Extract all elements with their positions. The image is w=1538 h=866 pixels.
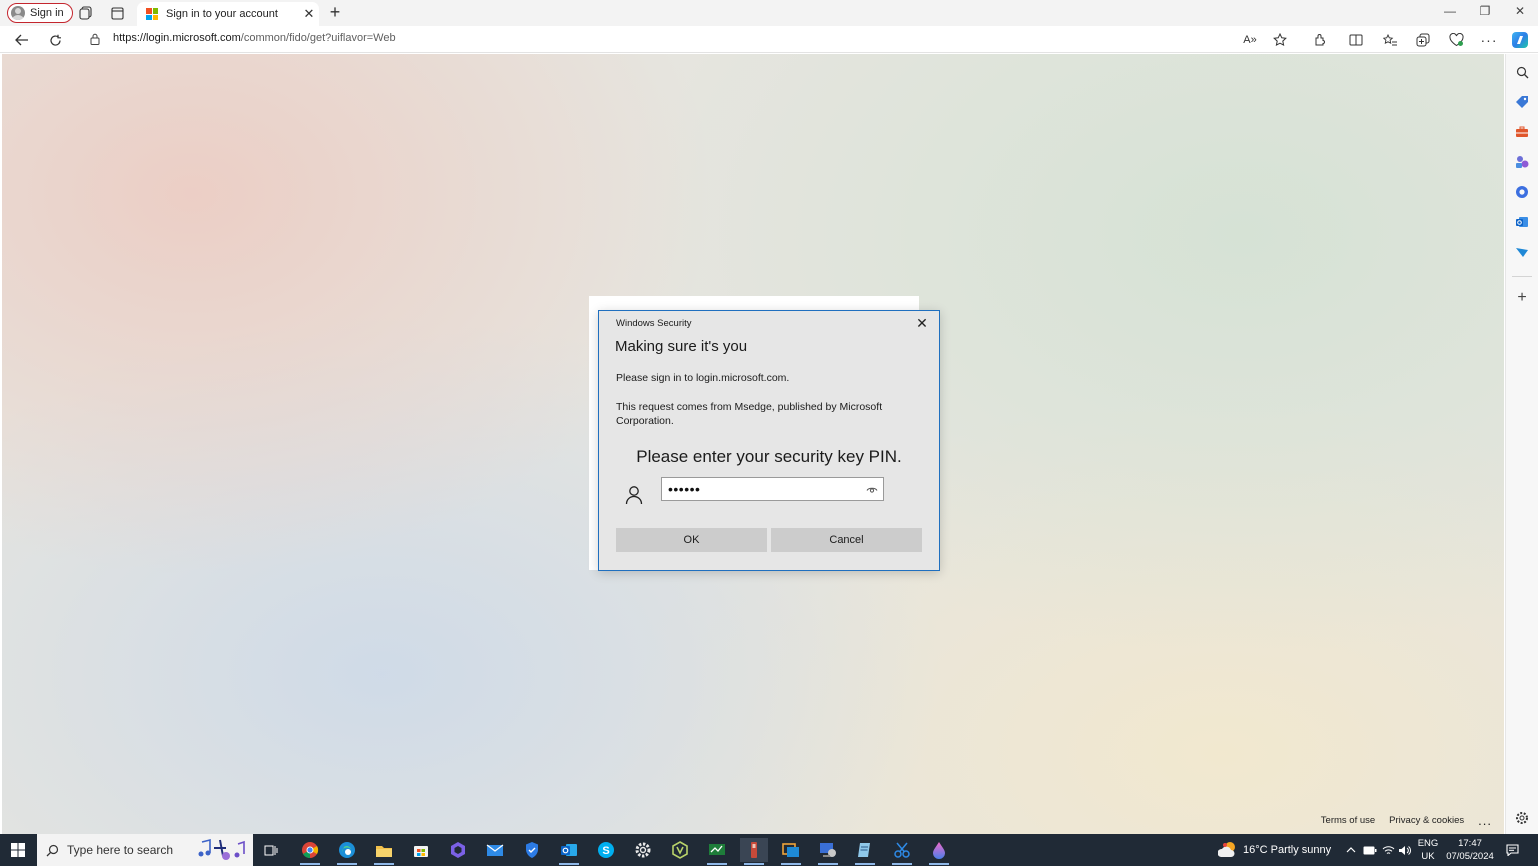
lang-code: ENG: [1417, 838, 1439, 849]
windows-security-dialog: Windows Security ✕ Making sure it's you …: [598, 310, 940, 571]
show-hidden-icons-chevron-icon[interactable]: [1346, 834, 1356, 866]
browser-titlebar: Sign in Sign in to your account ✕ + — ❐ …: [0, 0, 1538, 26]
reveal-pin-eye-icon[interactable]: [863, 482, 881, 496]
privacy-link[interactable]: Privacy & cookies: [1389, 815, 1464, 826]
battery-icon[interactable]: [1363, 834, 1377, 866]
tab-close-icon[interactable]: ✕: [299, 6, 319, 22]
extensions-icon[interactable]: [1310, 30, 1330, 50]
clock-time: 17:47: [1458, 838, 1482, 849]
system-clock[interactable]: 17:47 07/05/2024: [1440, 837, 1500, 863]
veeam-app-icon[interactable]: [666, 838, 694, 862]
remote-desktop-app-icon[interactable]: [777, 838, 805, 865]
favorite-star-icon[interactable]: [1270, 30, 1290, 50]
ok-button[interactable]: OK: [616, 528, 767, 552]
mail-app-icon[interactable]: [481, 838, 509, 862]
sidebar-search-icon[interactable]: [1514, 64, 1530, 80]
dialog-title: Making sure it's you: [615, 338, 748, 355]
terms-link[interactable]: Terms of use: [1321, 815, 1375, 826]
notifications-icon[interactable]: [1506, 834, 1519, 866]
lock-icon[interactable]: [90, 33, 100, 45]
pin-masked-value: ••••••: [668, 481, 701, 497]
avatar-icon: [11, 6, 25, 20]
lang-region: UK: [1421, 851, 1435, 862]
tab-actions-icon[interactable]: [109, 5, 125, 21]
outlook-icon[interactable]: [1514, 214, 1530, 230]
new-tab-button[interactable]: +: [326, 3, 344, 23]
page-footer: Terms of use Privacy & cookies ...: [1321, 813, 1492, 828]
browser-essentials-icon[interactable]: [1446, 30, 1466, 50]
start-windows-icon[interactable]: [10, 842, 26, 858]
address-toolbar: https://login.microsoft.com/common/fido/…: [0, 26, 1538, 53]
task-view-icon[interactable]: [257, 838, 285, 862]
tools-briefcase-icon[interactable]: [1514, 124, 1530, 140]
edge-sidebar: +: [1505, 54, 1538, 834]
sidebar-settings-gear-icon[interactable]: [1514, 810, 1530, 826]
user-person-icon: [625, 486, 643, 505]
security-key-app-icon[interactable]: [740, 838, 768, 865]
defender-app-icon[interactable]: [518, 838, 546, 862]
sidebar-divider: [1512, 276, 1532, 277]
microsoft-store-icon[interactable]: [407, 838, 435, 862]
chrome-app-icon[interactable]: [296, 838, 324, 865]
edge-app-icon[interactable]: [333, 838, 361, 865]
dialog-request-origin-text: This request comes from Msedge, publishe…: [616, 401, 883, 427]
notepad-app-icon[interactable]: [851, 838, 879, 865]
footer-more-button[interactable]: ...: [1478, 813, 1492, 828]
search-placeholder: Type here to search: [67, 843, 174, 857]
drop-icon[interactable]: [1514, 244, 1530, 260]
collections-icon[interactable]: [1413, 30, 1433, 50]
minimize-button[interactable]: —: [1440, 4, 1460, 22]
microsoft-365-icon[interactable]: [1514, 184, 1530, 200]
read-aloud-icon[interactable]: A»: [1240, 30, 1260, 50]
tab-title: Sign in to your account: [166, 8, 278, 20]
copilot-icon[interactable]: [1510, 30, 1530, 50]
monitor-app-icon[interactable]: [703, 838, 731, 865]
skype-app-icon[interactable]: S: [592, 838, 620, 862]
copilot-taskbar-icon[interactable]: [444, 838, 472, 862]
cancel-button[interactable]: Cancel: [771, 528, 922, 552]
tab-sign-in[interactable]: Sign in to your account ✕: [137, 2, 319, 26]
file-explorer-icon[interactable]: [370, 838, 398, 865]
favorites-icon[interactable]: [1380, 30, 1400, 50]
partly-sunny-weather-icon: [1218, 842, 1235, 857]
refresh-icon[interactable]: [45, 30, 65, 50]
dialog-sign-in-text: Please sign in to login.microsoft.com.: [616, 372, 790, 384]
input-language-indicator[interactable]: ENG UK: [1413, 837, 1443, 863]
address-bar[interactable]: https://login.microsoft.com/common/fido/…: [113, 32, 396, 44]
profile-label: Sign in: [30, 7, 64, 19]
search-highlight-music-icon: [198, 838, 245, 860]
url-path: /common/fido/get?uiflavor=Web: [240, 32, 396, 44]
weather-text: 16°C Partly sunny: [1243, 844, 1332, 856]
svg-text:S: S: [602, 845, 609, 857]
more-options-icon[interactable]: ···: [1479, 30, 1499, 50]
workspaces-icon[interactable]: [78, 5, 94, 21]
sidebar-add-icon[interactable]: +: [1514, 289, 1530, 306]
outlook-app-icon[interactable]: [555, 838, 583, 865]
search-icon: [46, 844, 59, 856]
restore-button[interactable]: ❐: [1475, 4, 1495, 22]
windows-taskbar: Type here to search S 16°C Partly sunny …: [0, 834, 1538, 866]
window-close-button[interactable]: ✕: [1510, 4, 1530, 22]
clock-date: 07/05/2024: [1446, 851, 1494, 862]
volume-speaker-icon[interactable]: [1398, 834, 1411, 866]
profile-button[interactable]: Sign in: [7, 3, 73, 23]
security-key-pin-input[interactable]: ••••••: [661, 477, 884, 501]
dialog-close-icon[interactable]: ✕: [913, 314, 931, 332]
split-screen-icon[interactable]: [1346, 30, 1366, 50]
weather-widget[interactable]: 16°C Partly sunny: [1218, 834, 1331, 866]
back-arrow-icon[interactable]: [12, 30, 32, 50]
dialog-pin-prompt: Please enter your security key PIN.: [636, 447, 902, 466]
snipping-tool-app-icon[interactable]: [888, 838, 916, 865]
network-wifi-icon[interactable]: [1382, 834, 1395, 866]
dialog-caption: Windows Security: [616, 318, 692, 329]
admin-tools-app-icon[interactable]: [814, 838, 842, 865]
url-host: https://login.microsoft.com: [113, 32, 241, 44]
settings-gear-app-icon[interactable]: [629, 838, 657, 862]
games-icon[interactable]: [1514, 154, 1530, 170]
paint-app-icon[interactable]: [925, 838, 953, 865]
shopping-tag-icon[interactable]: [1514, 94, 1530, 110]
microsoft-logo-icon: [146, 8, 158, 20]
